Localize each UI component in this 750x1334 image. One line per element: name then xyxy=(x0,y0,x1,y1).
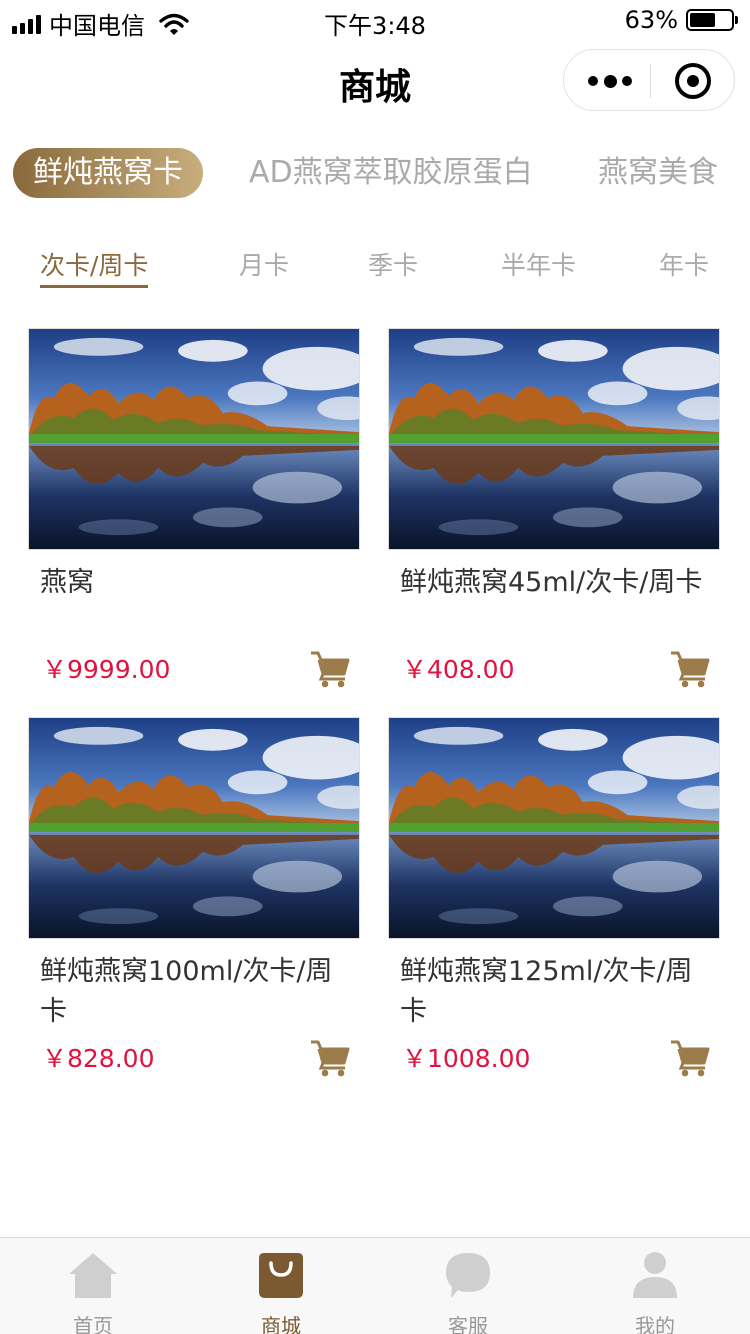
product-name: 鲜炖燕窝125ml/次卡/周卡 xyxy=(400,956,693,1027)
capsule-divider xyxy=(650,64,651,98)
battery-fill xyxy=(690,13,716,27)
product-image[interactable] xyxy=(388,717,720,939)
product-price: ￥408.00 xyxy=(402,655,515,684)
home-icon xyxy=(69,1253,117,1298)
sub-tab-yearly[interactable]: 年卡 xyxy=(659,246,709,288)
mini-program-capsule xyxy=(563,49,735,111)
product-price: ￥828.00 xyxy=(42,1044,155,1073)
sub-tab-quarterly[interactable]: 季卡 xyxy=(368,246,418,288)
tab-profile[interactable]: 我的 xyxy=(610,1250,700,1334)
product-name: 鲜炖燕窝45ml/次卡/周卡 xyxy=(400,567,703,598)
sub-tab-half-year[interactable]: 半年卡 xyxy=(501,246,576,288)
status-right: 63% xyxy=(624,6,738,34)
product-card[interactable]: 燕窝 ￥9999.00 xyxy=(28,328,360,688)
battery-percent: 63% xyxy=(624,6,678,34)
product-price: ￥9999.00 xyxy=(42,655,171,684)
sub-tabs: 次卡/周卡 月卡 季卡 半年卡 年卡 xyxy=(0,246,750,290)
status-bar: 中国电信 下午3:48 63% xyxy=(0,0,750,40)
carrier-label: 中国电信 xyxy=(49,12,145,40)
product-name: 燕窝 xyxy=(40,567,94,598)
tab-profile-label: 我的 xyxy=(635,1314,675,1334)
user-icon xyxy=(633,1252,677,1298)
category-tab-ad-collagen[interactable]: AD燕窝萃取胶原蛋白 xyxy=(249,148,533,198)
add-to-cart-icon[interactable] xyxy=(670,648,710,688)
tab-customer-service-label: 客服 xyxy=(448,1314,488,1334)
add-to-cart-icon[interactable] xyxy=(310,648,350,688)
product-image[interactable] xyxy=(388,328,720,550)
shopping-bag-icon xyxy=(259,1253,303,1298)
sub-tab-monthly[interactable]: 月卡 xyxy=(239,246,289,288)
tab-home-label: 首页 xyxy=(73,1314,113,1334)
category-tab-fresh-birdsnest-card[interactable]: 鲜炖燕窝卡 xyxy=(13,148,203,198)
close-target-icon[interactable] xyxy=(675,63,711,99)
tab-customer-service[interactable]: 客服 xyxy=(423,1250,513,1334)
product-image[interactable] xyxy=(28,717,360,939)
tab-home[interactable]: 首页 xyxy=(48,1250,138,1334)
product-image[interactable] xyxy=(28,328,360,550)
add-to-cart-icon[interactable] xyxy=(310,1037,350,1077)
battery-icon xyxy=(686,9,738,31)
product-card[interactable]: 鲜炖燕窝100ml/次卡/周卡 ￥828.00 xyxy=(28,717,360,1077)
sub-tab-single-weekly[interactable]: 次卡/周卡 xyxy=(40,246,149,288)
category-tab-birdsnest-food[interactable]: 燕窝美食 xyxy=(598,148,718,198)
wifi-icon xyxy=(159,13,189,35)
add-to-cart-icon[interactable] xyxy=(670,1037,710,1077)
product-card[interactable]: 鲜炖燕窝125ml/次卡/周卡 ￥1008.00 xyxy=(388,717,720,1077)
more-icon[interactable] xyxy=(588,72,632,90)
product-name: 鲜炖燕窝100ml/次卡/周卡 xyxy=(40,956,333,1027)
chat-bubble-icon xyxy=(446,1253,490,1298)
product-price: ￥1008.00 xyxy=(402,1044,531,1073)
status-left: 中国电信 xyxy=(12,6,189,41)
category-tabs: 鲜炖燕窝卡 AD燕窝萃取胶原蛋白 燕窝美食 xyxy=(0,148,750,200)
tab-mall-label: 商城 xyxy=(261,1314,301,1334)
signal-icon xyxy=(12,14,41,34)
tab-mall[interactable]: 商城 xyxy=(236,1250,326,1334)
bottom-tab-bar: 首页 商城 客服 我的 xyxy=(0,1237,750,1334)
product-card[interactable]: 鲜炖燕窝45ml/次卡/周卡 ￥408.00 xyxy=(388,328,720,688)
